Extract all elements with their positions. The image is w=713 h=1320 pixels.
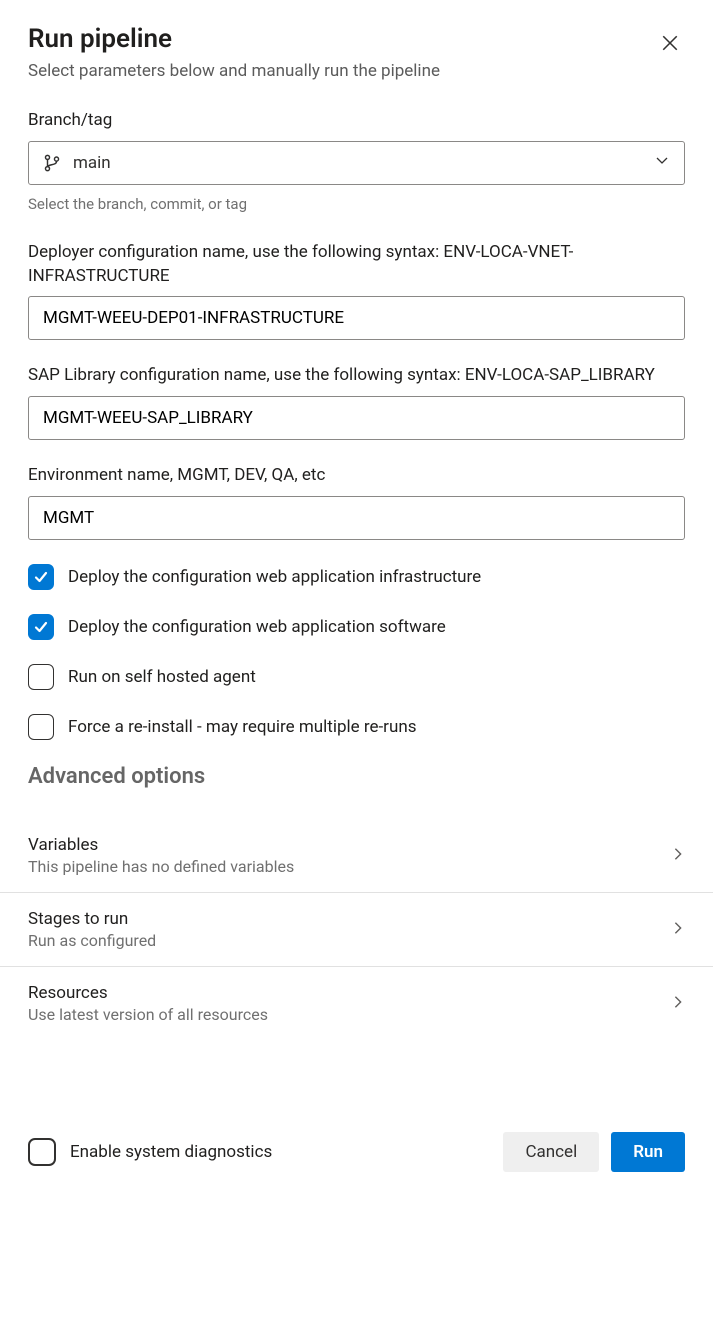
chevron-down-icon [654,152,670,173]
checkbox-label: Force a re-install - may require multipl… [68,717,416,737]
branch-icon [43,154,61,172]
checkbox-self-hosted[interactable]: Run on self hosted agent [28,664,685,690]
checkbox-label: Enable system diagnostics [70,1142,272,1162]
check-icon [28,564,54,590]
check-icon [28,664,54,690]
checkbox-force-reinstall[interactable]: Force a re-install - may require multipl… [28,714,685,740]
chevron-right-icon [671,920,685,939]
checkbox-deploy-infra[interactable]: Deploy the configuration web application… [28,564,685,590]
check-icon [28,714,54,740]
branch-hint: Select the branch, commit, or tag [28,195,685,213]
advanced-variables[interactable]: Variables This pipeline has no defined v… [0,819,713,893]
advanced-row-sub: Run as configured [28,931,156,950]
env-input[interactable] [28,496,685,540]
checkbox-label: Deploy the configuration web application… [68,567,481,587]
advanced-heading: Advanced options [28,764,685,789]
chevron-right-icon [671,846,685,865]
check-icon [28,1138,56,1166]
advanced-row-sub: This pipeline has no defined variables [28,857,294,876]
check-icon [28,614,54,640]
advanced-row-title: Resources [28,983,268,1003]
deployer-input[interactable] [28,296,685,340]
checkbox-label: Deploy the configuration web application… [68,617,446,637]
advanced-row-title: Stages to run [28,909,156,929]
advanced-stages[interactable]: Stages to run Run as configured [0,893,713,967]
close-icon [661,40,679,55]
panel-subtitle: Select parameters below and manually run… [28,61,685,81]
advanced-resources[interactable]: Resources Use latest version of all reso… [0,967,713,1040]
env-label: Environment name, MGMT, DEV, QA, etc [28,464,685,488]
close-button[interactable] [655,28,685,61]
checkbox-deploy-sw[interactable]: Deploy the configuration web application… [28,614,685,640]
saplib-input[interactable] [28,396,685,440]
cancel-button[interactable]: Cancel [503,1132,599,1172]
branch-dropdown[interactable]: main [28,141,685,185]
run-button[interactable]: Run [611,1132,685,1172]
deployer-label: Deployer configuration name, use the fol… [28,241,685,289]
chevron-right-icon [671,994,685,1013]
saplib-label: SAP Library configuration name, use the … [28,364,685,388]
checkbox-system-diagnostics[interactable]: Enable system diagnostics [28,1138,272,1166]
branch-value: main [73,153,654,173]
panel-title: Run pipeline [28,24,172,54]
advanced-row-title: Variables [28,835,294,855]
advanced-row-sub: Use latest version of all resources [28,1005,268,1024]
checkbox-label: Run on self hosted agent [68,667,256,687]
branch-label: Branch/tag [28,109,685,133]
